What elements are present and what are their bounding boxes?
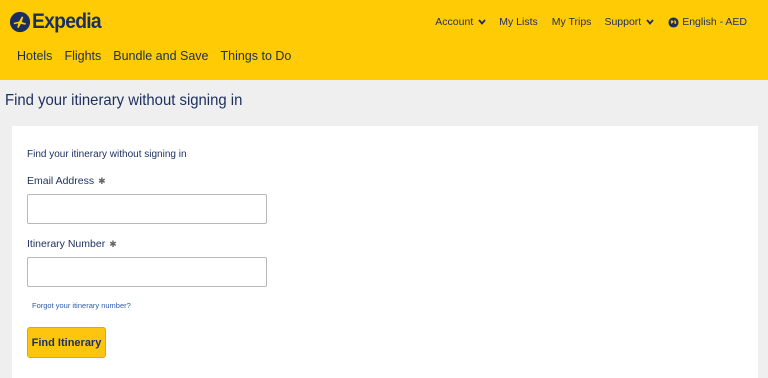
my-trips-link[interactable]: My Trips — [552, 16, 592, 28]
itinerary-label: Itinerary Number ✱ — [27, 238, 117, 250]
support-menu[interactable]: Support — [604, 16, 654, 28]
my-trips-label: My Trips — [551, 16, 592, 28]
email-label: Email Address ✱ — [27, 175, 106, 187]
my-lists-label: My Lists — [499, 16, 538, 28]
nav-flights[interactable]: Flights — [64, 49, 101, 63]
chevron-down-icon — [646, 19, 654, 25]
language-label: English - AED — [682, 16, 747, 28]
required-asterisk: ✱ — [109, 239, 117, 249]
my-lists-link[interactable]: My Lists — [499, 16, 538, 28]
email-label-text: Email Address — [27, 175, 95, 187]
itinerary-number-field[interactable] — [27, 257, 267, 287]
email-field[interactable] — [27, 194, 267, 224]
nav-hotels[interactable]: Hotels — [17, 49, 52, 63]
expedia-logo[interactable]: Expedia — [9, 9, 107, 35]
page-title: Find your itinerary without signing in — [5, 92, 243, 109]
nav-bundle-and-save[interactable]: Bundle and Save — [113, 49, 208, 63]
find-itinerary-button[interactable]: Find Itinerary — [27, 327, 106, 358]
form-subtitle: Find your itinerary without signing in — [27, 149, 187, 160]
plane-circle-icon — [9, 11, 31, 33]
site-header: Expedia Account My Lists My Trips Suppor… — [0, 0, 768, 80]
chevron-down-icon — [478, 19, 486, 25]
account-menu[interactable]: Account — [435, 16, 486, 28]
itinerary-label-text: Itinerary Number — [27, 238, 106, 250]
language-selector[interactable]: English - AED — [668, 16, 747, 28]
globe-icon — [668, 16, 679, 28]
forgot-itinerary-link[interactable]: Forgot your itinerary number? — [32, 301, 131, 310]
itinerary-form-card: Find your itinerary without signing in E… — [12, 126, 758, 378]
logo-text: Expedia — [32, 10, 102, 33]
required-asterisk: ✱ — [98, 176, 106, 186]
account-label: Account — [435, 16, 474, 28]
support-label: Support — [604, 16, 642, 28]
main-nav: Hotels Flights Bundle and Save Things to… — [17, 49, 291, 63]
nav-things-to-do[interactable]: Things to Do — [220, 49, 291, 63]
utility-nav: Account My Lists My Trips Support Englis… — [435, 16, 747, 28]
